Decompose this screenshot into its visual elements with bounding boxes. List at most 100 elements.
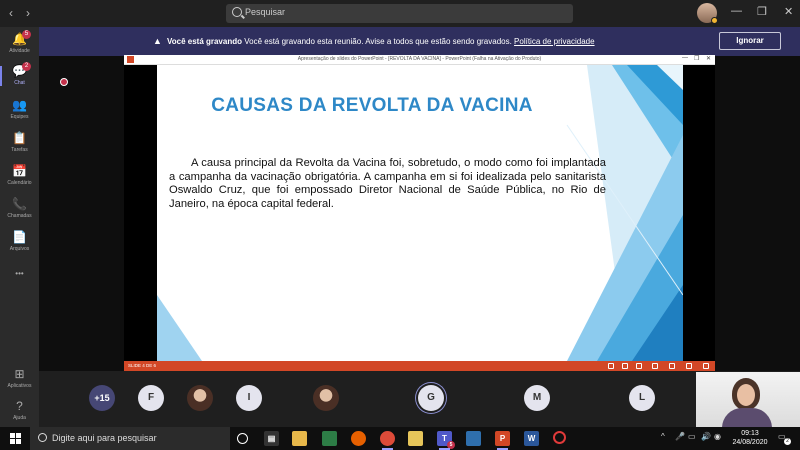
slideshow-icon (686, 363, 692, 369)
teams-badge: 5 (447, 441, 455, 449)
bell-icon: 🔔 (12, 32, 27, 46)
photos-icon[interactable] (466, 431, 481, 446)
ignore-button[interactable]: Ignorar (719, 32, 781, 50)
search-input[interactable]: Pesquisar (226, 4, 573, 23)
slide-sorter-icon (652, 363, 658, 369)
participant-avatar[interactable]: L (629, 385, 655, 411)
calendar-icon: 📅 (12, 164, 27, 178)
rail-item-tasks[interactable]: 📋 Tarefas (0, 131, 39, 153)
video-person-body (722, 408, 772, 427)
profile-avatar[interactable] (697, 3, 718, 24)
files-icon: 📄 (12, 230, 27, 244)
rail-item-label: Calendário (7, 180, 32, 186)
ppt-minimize-icon: — (682, 55, 688, 61)
volume-icon[interactable]: 🔊 (701, 432, 711, 441)
participant-avatar[interactable] (313, 385, 339, 411)
search-icon (232, 7, 242, 17)
teams-icon: 👥 (12, 98, 27, 112)
rail-item-calls[interactable]: 📞 Chamadas (0, 197, 39, 219)
ppt-maximize-icon: ❐ (694, 56, 700, 62)
clock-date: 24/08/2020 (732, 439, 768, 446)
store-icon[interactable] (322, 431, 337, 446)
participant-avatar[interactable]: I (236, 385, 262, 411)
slide-title: CAUSAS DA REVOLTA DA VACINA (211, 95, 533, 116)
rail-item-calendar[interactable]: 📅 Calendário (0, 164, 39, 186)
phone-icon: 📞 (12, 197, 27, 211)
clock-time: 09:13 (741, 430, 759, 437)
more-participants-button[interactable]: +15 (89, 385, 115, 411)
forward-arrow-icon[interactable]: › (26, 6, 30, 20)
rail-item-label: Chamadas (7, 213, 32, 219)
search-placeholder: Pesquisar (245, 7, 286, 17)
cortana-icon[interactable] (237, 433, 248, 444)
file-explorer-icon[interactable] (292, 431, 307, 446)
ppt-status-bar: SLIDE 4 DE 6 (124, 361, 715, 371)
chrome-icon[interactable] (380, 431, 395, 450)
rail-item-more[interactable]: ••• (0, 267, 39, 281)
powerpoint-taskbar-icon[interactable]: P (495, 431, 510, 450)
apps-icon: ⊞ (14, 367, 25, 381)
minimize-icon[interactable]: — (731, 5, 742, 17)
app-rail: 🔔 5 Atividade 💬 2 Chat 👥 Equipes 📋 Taref… (0, 27, 39, 427)
video-person-face (737, 384, 755, 406)
rail-item-label: Arquivos (9, 246, 30, 252)
chat-badge: 2 (22, 62, 31, 71)
participant-avatar-active[interactable]: G (418, 385, 444, 411)
ppt-window-title: Apresentação de slides do PowerPoint - [… (297, 56, 542, 62)
language-icon[interactable]: ◉ (714, 432, 721, 441)
fit-slide-icon (703, 363, 709, 369)
firefox-icon[interactable] (351, 431, 366, 446)
participant-avatar[interactable]: F (138, 385, 164, 411)
taskbar-search-placeholder: Digite aqui para pesquisar (52, 433, 157, 443)
close-icon[interactable]: ✕ (784, 5, 793, 18)
network-icon[interactable]: ▭ (688, 432, 696, 441)
shared-powerpoint-window: Apresentação de slides do PowerPoint - [… (124, 55, 715, 371)
ppt-title-bar: Apresentação de slides do PowerPoint - [… (124, 55, 715, 65)
search-icon (38, 433, 47, 442)
app-taskbar-icon[interactable] (553, 431, 566, 444)
tasks-icon: 📋 (12, 131, 27, 145)
privacy-policy-link[interactable]: Política de privacidade (514, 37, 595, 46)
rail-item-teams[interactable]: 👥 Equipes (0, 98, 39, 120)
rail-item-files[interactable]: 📄 Arquivos (0, 230, 39, 252)
microphone-icon[interactable]: 🎤 (675, 432, 685, 441)
taskbar-search-input[interactable]: Digite aqui para pesquisar (30, 427, 230, 450)
folder-icon[interactable] (408, 431, 423, 446)
comments-icon (622, 363, 628, 369)
chat-icon: 💬 (12, 64, 27, 78)
task-view-icon[interactable]: ▤ (264, 431, 279, 446)
slide-counter: SLIDE 4 DE 6 (128, 363, 157, 368)
recording-banner: ▲ Você está gravando Você está gravando … (39, 27, 800, 56)
rail-item-activity[interactable]: 🔔 5 Atividade (0, 30, 39, 54)
rail-item-chat[interactable]: 💬 2 Chat (0, 62, 39, 86)
more-icon: ••• (15, 269, 24, 278)
teams-taskbar-icon[interactable]: T5 (437, 431, 455, 450)
maximize-icon[interactable]: ❐ (757, 5, 767, 18)
help-icon: ? (16, 399, 23, 413)
recording-title: Você está gravando (167, 37, 242, 46)
warning-icon: ▲ (153, 36, 162, 46)
rail-item-label: Equipes (10, 114, 29, 120)
windows-taskbar: Digite aqui para pesquisar ▤ T5 P W ^ 🎤 … (0, 427, 800, 450)
self-video-preview (696, 372, 800, 427)
tray-chevron-icon[interactable]: ^ (661, 432, 665, 441)
rail-item-help[interactable]: ? Ajuda (0, 399, 39, 421)
rail-item-label: Chat (14, 80, 25, 86)
taskbar-clock[interactable]: 09:13 24/08/2020 (725, 429, 775, 447)
participant-avatar[interactable]: M (524, 385, 550, 411)
word-taskbar-icon[interactable]: W (524, 431, 539, 446)
recording-text: Você está gravando esta reunião. Avise a… (242, 37, 515, 46)
notes-icon (608, 363, 614, 369)
slide-letterbox-right (683, 65, 715, 361)
participant-avatar[interactable] (187, 385, 213, 411)
slide-letterbox-left (124, 65, 157, 361)
slide-body-text: A causa principal da Revolta da Vacina f… (169, 157, 606, 210)
rail-item-label: Ajuda (13, 415, 26, 421)
recording-message: Você está gravando Você está gravando es… (167, 37, 595, 46)
rail-item-label: Atividade (9, 48, 30, 54)
notification-center-icon[interactable]: ▭ 2 (778, 432, 791, 445)
ppt-close-icon: ✕ (706, 56, 712, 62)
rail-item-apps[interactable]: ⊞ Aplicativos (0, 367, 39, 389)
back-arrow-icon[interactable]: ‹ (9, 6, 13, 20)
start-button-icon[interactable] (10, 433, 21, 444)
